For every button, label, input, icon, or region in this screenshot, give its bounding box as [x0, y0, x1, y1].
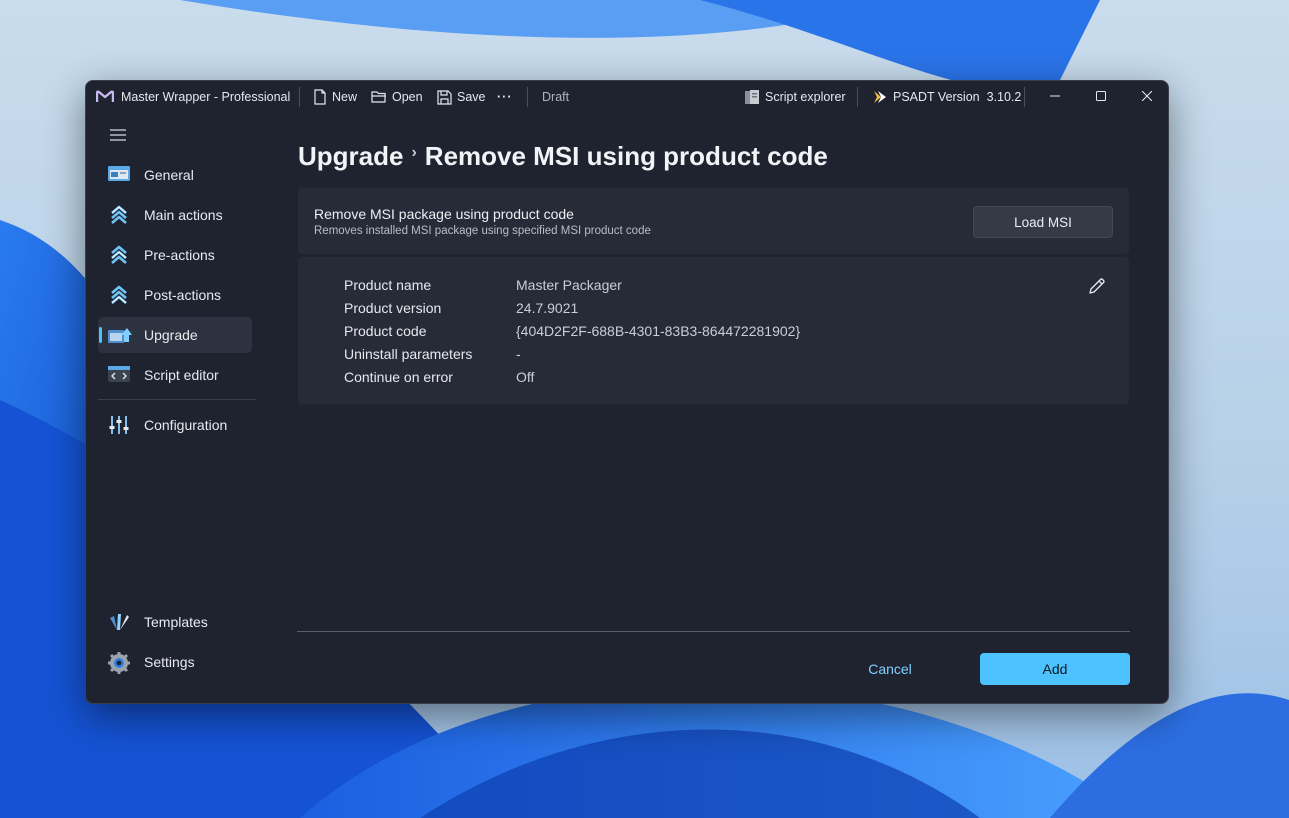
- sidebar-item-label: Configuration: [144, 417, 228, 433]
- new-label: New: [332, 90, 358, 104]
- psadt-label: PSADT Version: [893, 90, 980, 104]
- property-key: Uninstall parameters: [344, 346, 473, 362]
- sidebar-item-label: Settings: [144, 654, 195, 670]
- script-explorer-label: Script explorer: [765, 90, 846, 104]
- sidebar-divider: [98, 399, 256, 400]
- property-key: Product code: [344, 323, 427, 339]
- property-value: Master Packager: [516, 277, 622, 293]
- sidebar-item-main-actions[interactable]: Main actions: [98, 197, 252, 233]
- psadt-icon: [872, 89, 888, 105]
- property-key: Product version: [344, 300, 442, 316]
- new-button[interactable]: New: [313, 81, 357, 113]
- script-explorer-icon: [744, 89, 760, 105]
- post-actions-icon: [108, 285, 130, 305]
- toolbar-separator: [1024, 87, 1025, 107]
- breadcrumb-parent[interactable]: Upgrade: [298, 141, 403, 172]
- action-card-title: Remove MSI package using product code: [314, 206, 574, 222]
- more-icon: ···: [497, 90, 513, 104]
- hamburger-menu-button[interactable]: [110, 128, 126, 146]
- sidebar-item-label: Script editor: [144, 367, 219, 383]
- sidebar-item-settings[interactable]: Settings: [98, 644, 252, 680]
- folder-open-icon: [371, 90, 387, 104]
- gear-icon: [108, 652, 130, 674]
- general-icon: [108, 165, 130, 185]
- save-button[interactable]: Save: [437, 81, 486, 113]
- psadt-version: 3.10.2: [986, 90, 1022, 104]
- property-value: 24.7.9021: [516, 300, 579, 316]
- sidebar-item-label: Templates: [144, 614, 208, 630]
- minimize-button[interactable]: [1032, 81, 1078, 113]
- new-file-icon: [313, 89, 327, 105]
- sidebar-item-templates[interactable]: Templates: [98, 604, 252, 640]
- sidebar-item-label: Main actions: [144, 207, 223, 223]
- open-button[interactable]: Open: [371, 81, 423, 113]
- sidebar-bottom-section: Templates Settings: [98, 604, 252, 684]
- title-bar: Master Wrapper - Professional New Open S…: [86, 81, 1168, 113]
- save-icon: [437, 89, 452, 105]
- page-title: Upgrade › Remove MSI using product code: [298, 141, 828, 172]
- add-button[interactable]: Add: [980, 653, 1130, 685]
- maximize-icon: [1096, 90, 1106, 104]
- save-label: Save: [457, 90, 486, 104]
- sliders-icon: [108, 415, 130, 435]
- toolbar-separator: [857, 87, 858, 107]
- property-value: Off: [516, 369, 535, 385]
- hamburger-icon: [110, 128, 126, 145]
- sidebar-nav: General Main actions Pre-actions Post-ac…: [98, 157, 252, 397]
- chevron-right-icon: ›: [411, 143, 417, 161]
- close-icon: [1141, 90, 1153, 104]
- breadcrumb-current: Remove MSI using product code: [424, 141, 828, 171]
- property-value: -: [516, 346, 521, 362]
- pre-actions-icon: [108, 245, 130, 265]
- app-title: Master Wrapper - Professional: [121, 90, 291, 104]
- more-button[interactable]: ···: [497, 81, 513, 113]
- sidebar-config-section: Configuration: [98, 407, 252, 447]
- close-button[interactable]: [1124, 81, 1168, 113]
- sidebar-item-label: General: [144, 167, 194, 183]
- app-window: Master Wrapper - Professional New Open S…: [85, 80, 1169, 704]
- main-actions-icon: [108, 205, 130, 225]
- selection-indicator: [99, 327, 102, 343]
- sidebar-item-label: Upgrade: [144, 327, 198, 343]
- sidebar-item-configuration[interactable]: Configuration: [98, 407, 252, 443]
- properties-card: Product name Master Packager Product ver…: [298, 257, 1129, 404]
- action-card-subtitle: Removes installed MSI package using spec…: [314, 225, 651, 237]
- property-value: {404D2F2F-688B-4301-83B3-864472281902}: [516, 323, 801, 339]
- toolbar-separator: [527, 87, 528, 107]
- open-label: Open: [392, 90, 423, 104]
- upgrade-icon: [108, 325, 132, 345]
- edit-button[interactable]: [1088, 277, 1110, 299]
- property-key: Product name: [344, 277, 432, 293]
- toolbar-separator: [299, 87, 300, 107]
- sidebar-item-general[interactable]: General: [98, 157, 252, 193]
- minimize-icon: [1050, 90, 1060, 104]
- cancel-button[interactable]: Cancel: [846, 654, 934, 684]
- app-logo-icon: [95, 89, 115, 108]
- templates-icon: [108, 612, 130, 632]
- sidebar-item-label: Post-actions: [144, 287, 222, 303]
- sidebar-item-pre-actions[interactable]: Pre-actions: [98, 237, 252, 273]
- load-msi-button[interactable]: Load MSI: [973, 206, 1113, 238]
- sidebar-item-post-actions[interactable]: Post-actions: [98, 277, 252, 313]
- maximize-button[interactable]: [1078, 81, 1124, 113]
- sidebar-item-label: Pre-actions: [144, 247, 215, 263]
- sidebar-item-upgrade[interactable]: Upgrade: [98, 317, 252, 353]
- script-editor-icon: [108, 365, 130, 385]
- script-explorer-button[interactable]: Script explorer: [744, 81, 846, 113]
- pencil-icon: [1088, 278, 1106, 299]
- psadt-version-button[interactable]: PSADT Version 3.10.2: [872, 81, 1021, 113]
- property-key: Continue on error: [344, 369, 453, 385]
- footer-divider: [297, 631, 1130, 632]
- action-card: Remove MSI package using product code Re…: [298, 188, 1129, 254]
- document-status: Draft: [542, 90, 570, 104]
- sidebar-item-script-editor[interactable]: Script editor: [98, 357, 252, 393]
